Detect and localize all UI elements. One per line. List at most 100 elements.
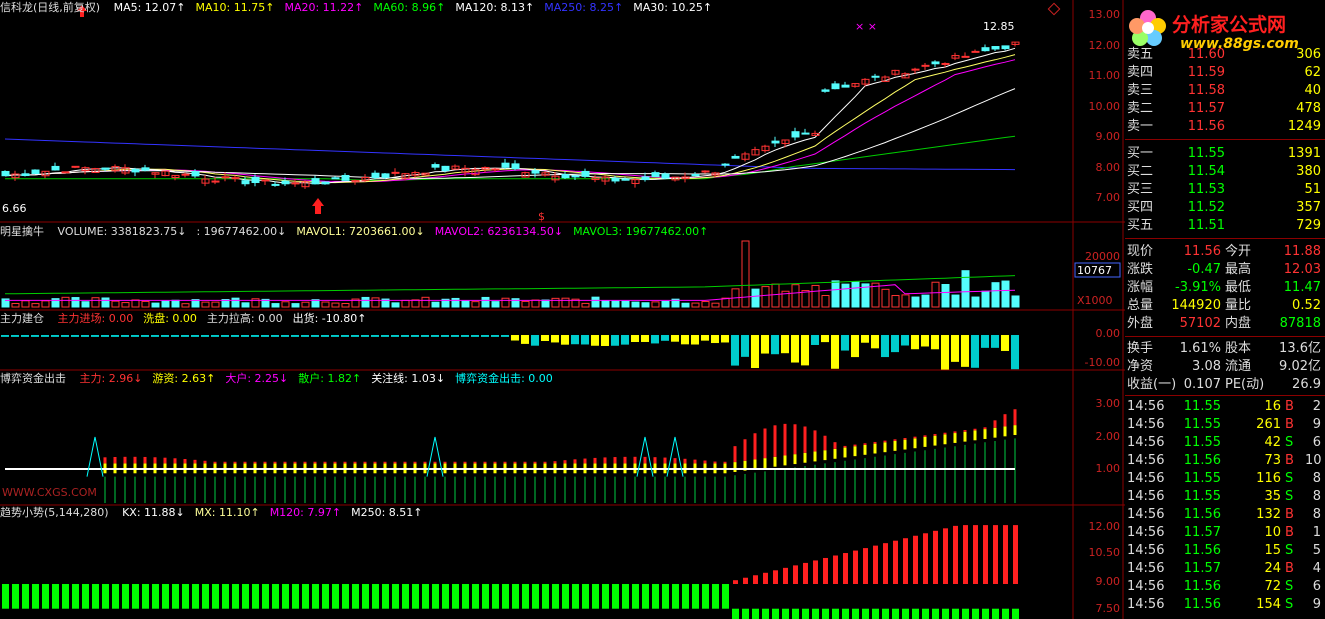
order-qty: 478 (1296, 101, 1321, 116)
capital-title: 主力建仓 (0, 312, 44, 325)
quote-value: 87818 (1279, 316, 1321, 331)
quote-row: 涨幅 -3.91% 最低 11.47 (1125, 279, 1325, 297)
capital-bar (41, 335, 49, 337)
capital-bar (631, 335, 639, 343)
price-axis-label: 11.00 (1089, 69, 1121, 82)
candle-body (561, 174, 570, 179)
fundamental-row: 换手 1.61% 股本 13.6亿 (1125, 340, 1325, 358)
tick-count: 1 (1312, 525, 1321, 540)
volume-bar (291, 303, 300, 308)
capital-bar (671, 335, 679, 342)
candle-body (941, 62, 950, 65)
trend-green-bar (162, 584, 169, 609)
trend-green-bar (752, 608, 759, 619)
capital-bar (471, 335, 479, 337)
game-axis-label: 1.00 (1096, 462, 1121, 475)
candle-body (101, 167, 110, 170)
order-sell-row[interactable]: 卖三 11.58 40 (1125, 82, 1325, 100)
trend-green-bar (412, 584, 419, 609)
trend-green-bar (442, 584, 449, 609)
trend-green-bar (252, 584, 259, 609)
capital-bar (221, 335, 229, 337)
candle-body (281, 180, 290, 185)
quote-row: 涨跌 -0.47 最高 12.03 (1125, 261, 1325, 279)
candle-body (971, 50, 980, 53)
order-qty: 51 (1304, 182, 1321, 197)
trend-green-bar (402, 584, 409, 609)
volume-bar (141, 300, 150, 308)
trend-red-bar (793, 565, 798, 584)
candle-body (331, 177, 340, 180)
order-sell-row[interactable]: 卖四 11.59 62 (1125, 64, 1325, 82)
trend-red-bar (993, 525, 998, 584)
game-legend-item: 关注线: 1.03↓ (371, 372, 446, 385)
quote-value: 0.52 (1292, 298, 1321, 313)
volume-bar (421, 296, 430, 308)
quote-value: 12.03 (1283, 262, 1321, 277)
order-buy-row[interactable]: 买一 11.55 1391 (1125, 145, 1325, 163)
capital-bar (361, 335, 369, 337)
candle-body (871, 75, 880, 78)
trend-green-bar (862, 608, 869, 619)
candle-body (141, 167, 150, 171)
order-sell-row[interactable]: 卖二 11.57 478 (1125, 100, 1325, 118)
volume-bar (61, 296, 70, 308)
trend-green-bar (672, 584, 679, 609)
trend-green-bar (292, 584, 299, 609)
logo-url: www.88gs.com (1180, 36, 1299, 52)
trend-green-bar (112, 584, 119, 609)
capital-legend: 主力进场: 0.00 洗盘: 0.00 主力拉高: 0.00 出货: -10.80↑ (58, 312, 377, 325)
order-buy-row[interactable]: 买二 11.54 380 (1125, 163, 1325, 181)
trend-green-bar (12, 584, 19, 609)
trend-green-bar (842, 608, 849, 619)
volume-legend-item: MAVOL3: 19677462.00↑ (573, 225, 709, 238)
tick-time: 14:56 (1127, 543, 1165, 558)
trend-red-bar (1013, 525, 1018, 584)
volume-bar (991, 282, 1000, 308)
candle-body (131, 168, 140, 173)
trend-green-bar (1002, 608, 1009, 619)
capital-bar (611, 335, 619, 346)
game-legend-item: 博弈资金出击: 0.00 (455, 372, 553, 385)
candle-body (31, 169, 40, 175)
quote-row: 现价 11.56 今开 11.88 (1125, 243, 1325, 261)
game-legend-item: 散户: 1.82↑ (298, 372, 362, 385)
tick-price: 11.56 (1183, 453, 1221, 468)
quote-value: 11.56 (1183, 244, 1221, 259)
chart-area[interactable]: $ × × 13.00 12.00 11.00 10.00 9.00 8.00 7.00 12.8… (0, 0, 1125, 619)
order-buy-row[interactable]: 买五 11.51 729 (1125, 217, 1325, 235)
candle-body (651, 172, 660, 178)
trend-green-bar (622, 584, 629, 609)
candle-body (771, 140, 780, 144)
volume-bar (931, 281, 940, 308)
capital-bar (441, 335, 449, 337)
tick-row: 14:56 11.57 10 B 1 (1125, 524, 1325, 542)
capital-bar (111, 335, 119, 337)
quote-label: 最低 (1225, 280, 1252, 295)
volume-title: 明星擒牛 (0, 225, 44, 238)
candle-body (821, 89, 830, 92)
order-buy-row[interactable]: 买四 11.52 357 (1125, 199, 1325, 217)
capital-bar (211, 335, 219, 337)
order-buy-row[interactable]: 买三 11.53 51 (1125, 181, 1325, 199)
capital-bar (31, 335, 39, 337)
trend-green-bar (972, 608, 979, 619)
capital-bar (601, 335, 609, 346)
capital-bar (921, 335, 929, 347)
trend-green-bar (152, 584, 159, 609)
s-marker: $ (538, 210, 545, 223)
volume-bar (541, 299, 550, 308)
capital-bar (191, 335, 199, 337)
tick-count: 5 (1312, 543, 1321, 558)
capital-bar (511, 335, 519, 341)
volume-bar (811, 284, 820, 308)
volume-bar (231, 297, 240, 308)
capital-bar (771, 335, 779, 355)
capital-bar (841, 335, 849, 351)
order-sell-row[interactable]: 卖一 11.56 1249 (1125, 118, 1325, 136)
trend-red-bar (753, 575, 758, 584)
quote-value: 144920 (1171, 298, 1221, 313)
trend-green-bar (542, 584, 549, 609)
tick-row: 14:56 11.56 154 S 9 (1125, 596, 1325, 614)
capital-bar (541, 335, 549, 341)
